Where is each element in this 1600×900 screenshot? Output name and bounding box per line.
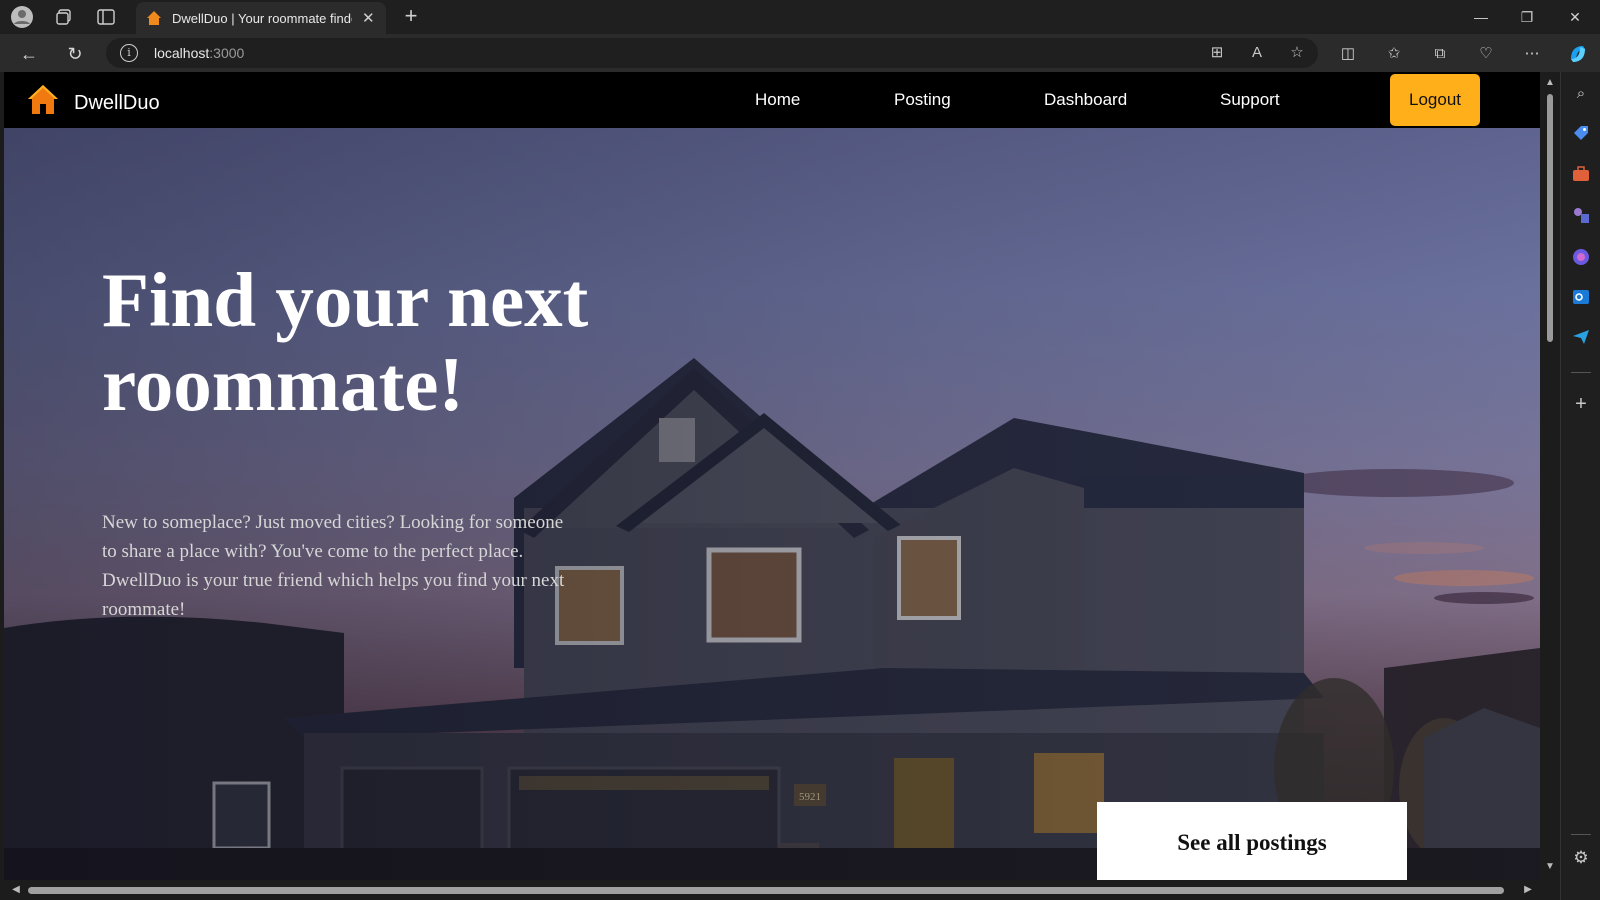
- minimize-icon[interactable]: —: [1466, 6, 1496, 28]
- site-navbar: DwellDuo Home Posting Dashboard Support …: [4, 72, 1540, 128]
- active-tab[interactable]: DwellDuo | Your roommate finder ✕: [136, 2, 386, 34]
- house-icon[interactable]: [26, 82, 60, 116]
- horizontal-scroll-thumb[interactable]: [28, 887, 1504, 894]
- copilot-circle-icon[interactable]: [1569, 248, 1593, 272]
- brand-name[interactable]: DwellDuo: [74, 92, 160, 115]
- more-options-icon[interactable]: ⋯: [1520, 43, 1544, 65]
- scroll-up-icon[interactable]: ▲: [1544, 78, 1556, 88]
- search-icon[interactable]: ⌕: [1569, 82, 1593, 106]
- sidebar-divider-bottom: [1571, 834, 1591, 835]
- browser-essentials-icon[interactable]: ♡: [1474, 43, 1498, 65]
- address-bar[interactable]: i localhost:3000 ⊞ A ☆: [106, 38, 1318, 68]
- hero-headline: Find your next roommate!: [102, 257, 589, 427]
- tab-close-icon[interactable]: ✕: [362, 9, 375, 27]
- logout-button[interactable]: Logout: [1390, 74, 1480, 126]
- app-available-icon[interactable]: ⊞: [1206, 43, 1228, 63]
- favorite-star-icon[interactable]: ☆: [1286, 43, 1308, 63]
- see-all-postings-button[interactable]: See all postings: [1097, 802, 1407, 880]
- nav-support[interactable]: Support: [1220, 90, 1280, 110]
- url-host: localhost: [154, 45, 210, 61]
- copilot-icon[interactable]: [1566, 43, 1590, 65]
- hero-overlay: [4, 128, 1540, 880]
- outlook-icon[interactable]: [1569, 288, 1593, 312]
- tab-favicon-house-icon: [147, 11, 161, 25]
- workspaces-icon[interactable]: [52, 5, 76, 29]
- browser-tab-bar: DwellDuo | Your roommate finder ✕ + — ❐ …: [0, 0, 1600, 34]
- browser-sidebar: ⌕ + ⚙: [1560, 72, 1600, 900]
- scroll-left-icon[interactable]: ◀: [10, 884, 22, 896]
- briefcase-icon[interactable]: [1569, 166, 1593, 190]
- favorites-icon[interactable]: ✩: [1382, 43, 1406, 65]
- settings-icon[interactable]: ⚙: [1569, 846, 1593, 870]
- games-icon[interactable]: [1569, 206, 1593, 230]
- add-icon[interactable]: +: [1569, 392, 1593, 416]
- url-text[interactable]: localhost:3000: [154, 45, 244, 61]
- nav-home[interactable]: Home: [755, 90, 800, 110]
- address-toolbar: ← ↻ i localhost:3000 ⊞ A ☆ ◫ ✩ ⧉ ♡ ⋯: [0, 34, 1600, 72]
- close-window-icon[interactable]: ✕: [1560, 6, 1590, 28]
- tab-title: DwellDuo | Your roommate finder: [172, 10, 352, 26]
- vertical-scroll-thumb[interactable]: [1547, 94, 1553, 342]
- scroll-right-icon[interactable]: ▶: [1522, 884, 1534, 896]
- back-icon[interactable]: ←: [16, 41, 42, 67]
- tag-icon[interactable]: [1569, 124, 1593, 148]
- page-viewport: DwellDuo Home Posting Dashboard Support …: [4, 72, 1540, 880]
- nav-dashboard[interactable]: Dashboard: [1044, 90, 1127, 110]
- split-screen-icon[interactable]: ◫: [1336, 43, 1360, 65]
- horizontal-scrollbar[interactable]: ◀ ▶: [4, 880, 1540, 900]
- collections-icon[interactable]: ⧉: [1428, 43, 1452, 65]
- read-aloud-icon[interactable]: A: [1246, 43, 1268, 63]
- new-tab-button[interactable]: +: [398, 4, 424, 30]
- profile-avatar-icon[interactable]: [10, 5, 34, 29]
- restore-icon[interactable]: ❐: [1512, 6, 1542, 28]
- refresh-icon[interactable]: ↻: [62, 41, 88, 67]
- send-icon[interactable]: [1569, 328, 1593, 352]
- nav-posting[interactable]: Posting: [894, 90, 951, 110]
- scroll-down-icon[interactable]: ▼: [1544, 862, 1556, 872]
- vertical-scrollbar[interactable]: ▲ ▼: [1540, 72, 1560, 880]
- hero-description: New to someplace? Just moved cities? Loo…: [102, 512, 565, 620]
- url-port: :3000: [209, 45, 245, 61]
- vertical-tabs-icon[interactable]: [94, 5, 118, 29]
- hero-section: 5921 Find your next roommate! New to som…: [4, 128, 1540, 880]
- site-info-icon[interactable]: i: [120, 44, 138, 62]
- sidebar-divider: [1571, 372, 1591, 373]
